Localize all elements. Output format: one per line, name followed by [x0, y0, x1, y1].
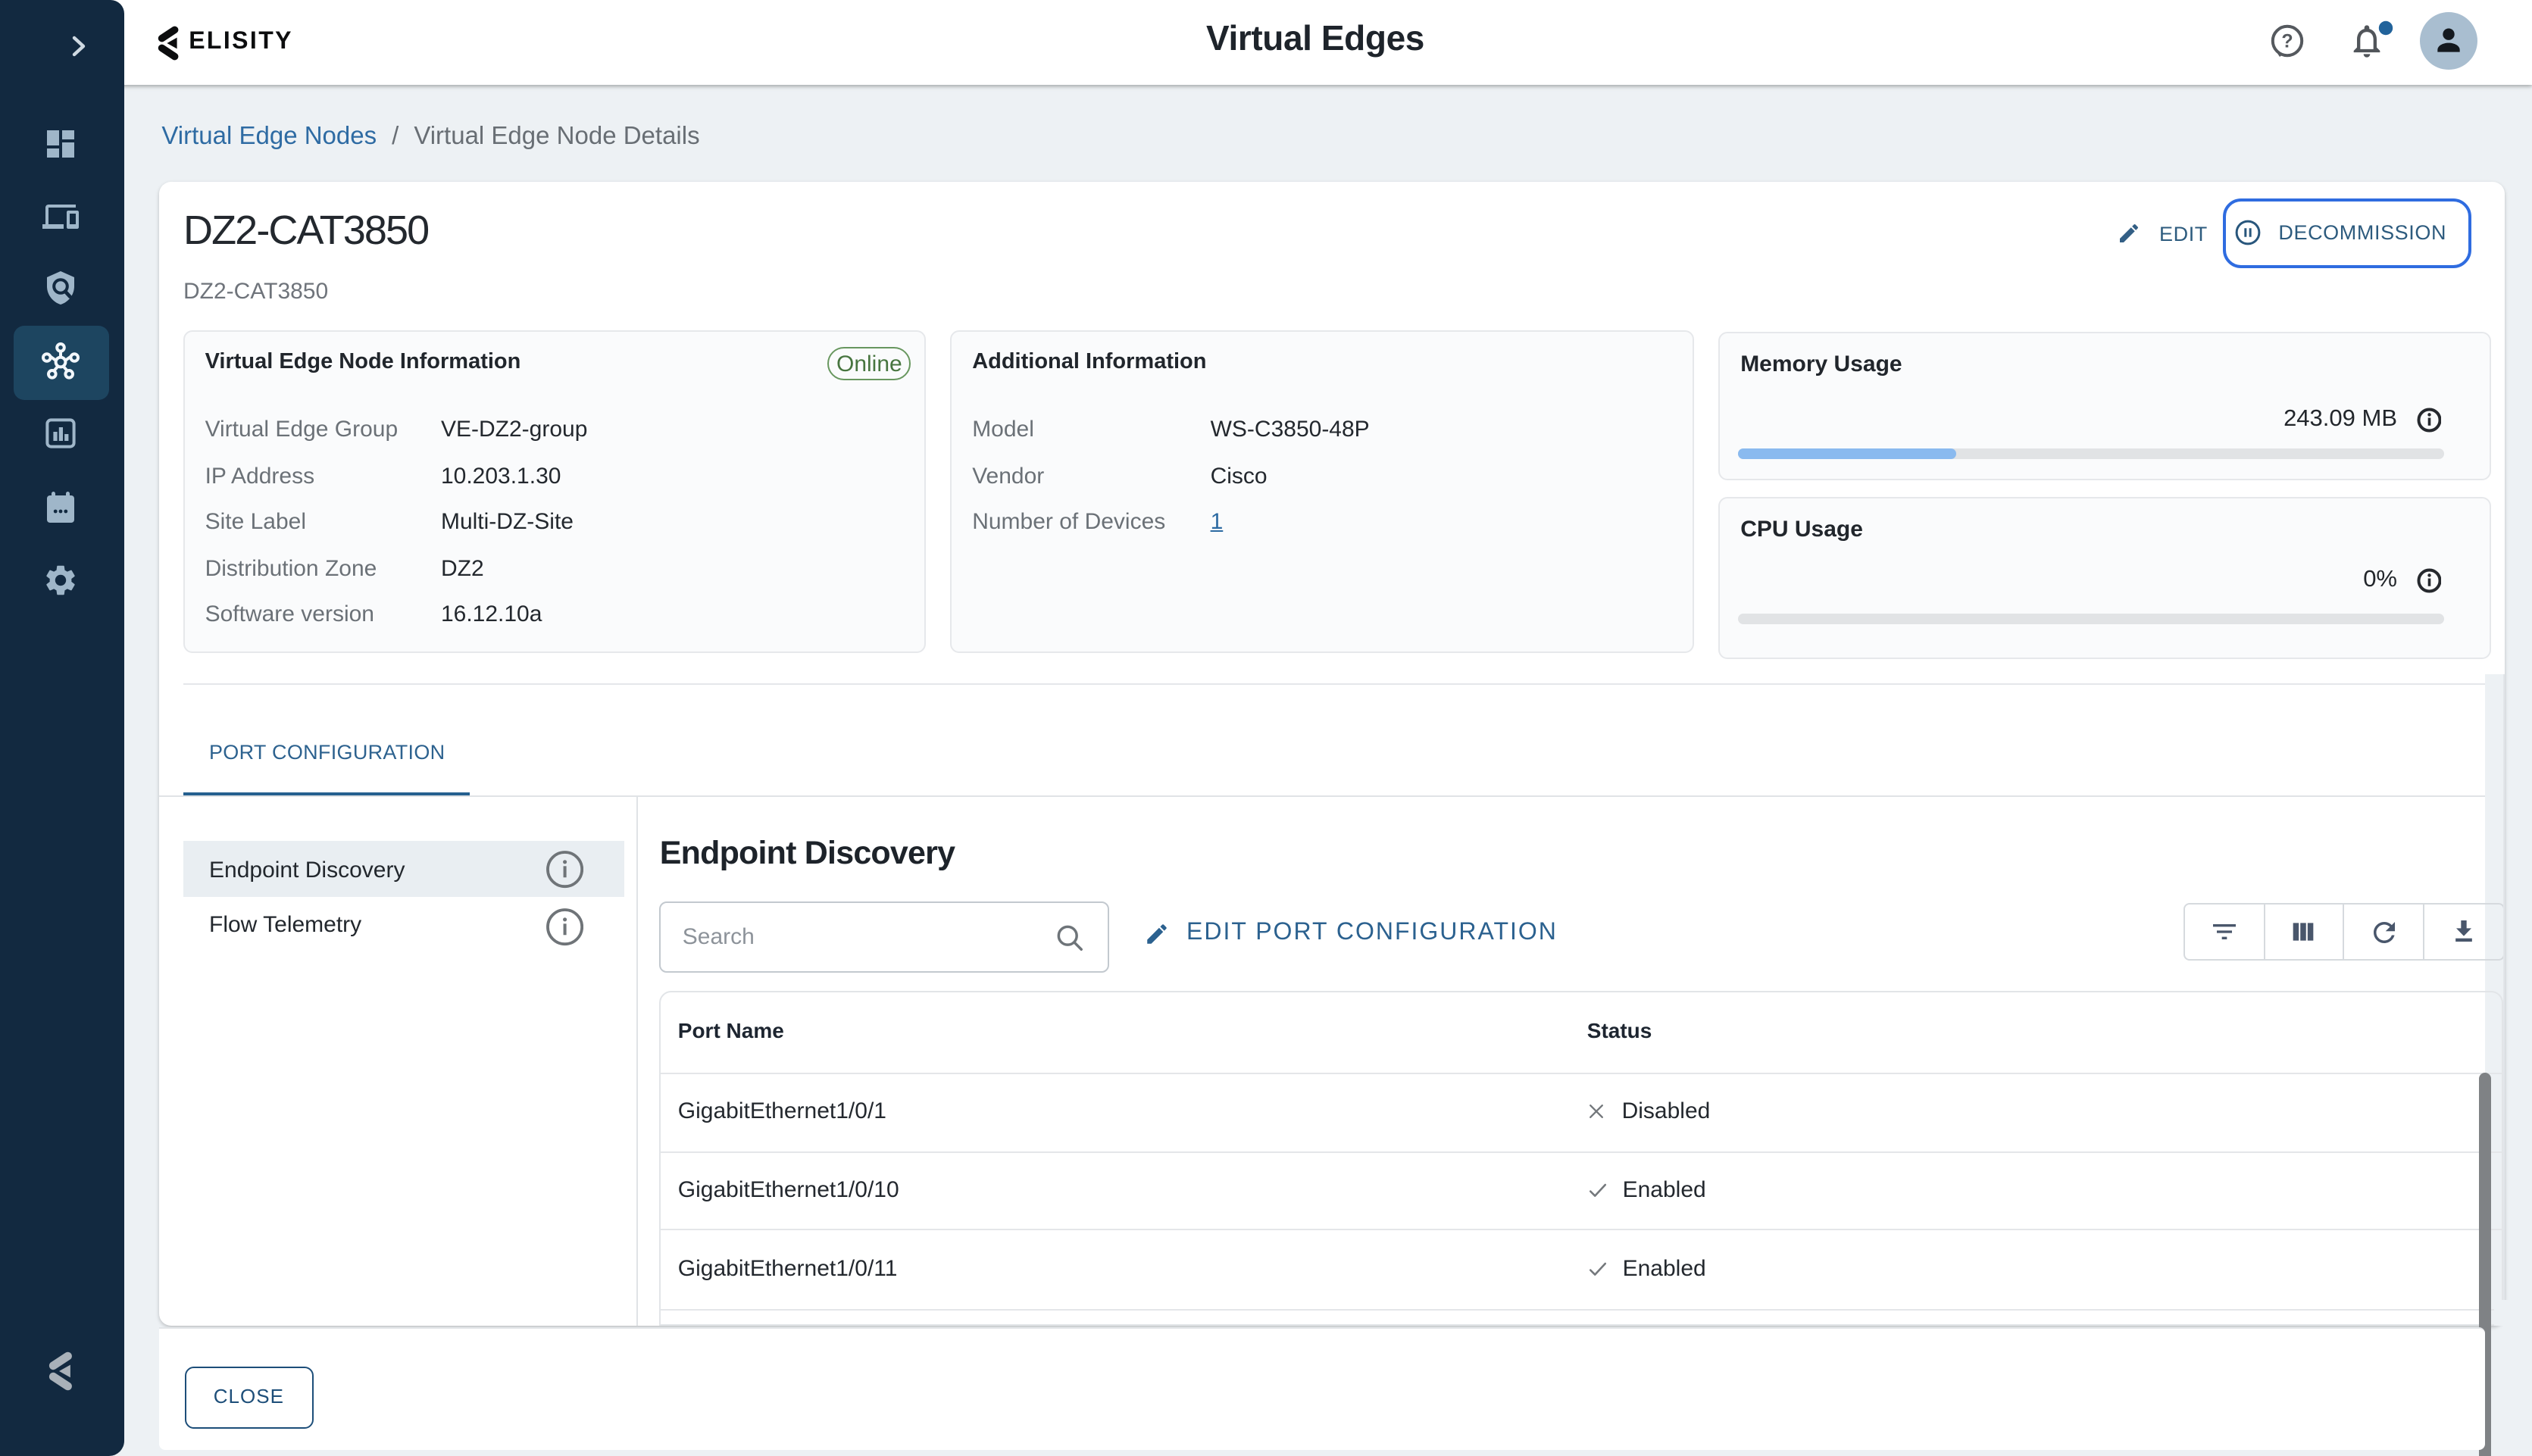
svg-text:?: ? [2281, 30, 2293, 51]
